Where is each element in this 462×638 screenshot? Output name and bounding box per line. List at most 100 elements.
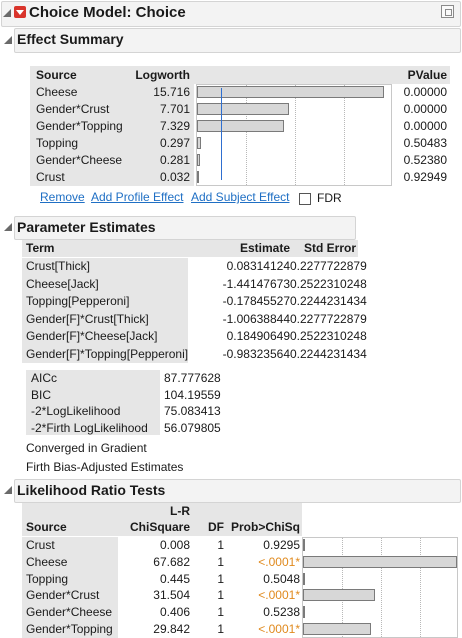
logworth-bar: [197, 86, 384, 98]
estimate-std-error: 0.2522310248: [290, 276, 367, 291]
col-header-source: Source: [36, 68, 77, 82]
col-header-lr-chisq: ChiSquare: [129, 520, 190, 534]
estimate-term: Crust[Thick]: [26, 259, 91, 273]
effect-pvalue: 0.52380: [403, 153, 447, 167]
estimate-value: 0.18490649: [226, 329, 290, 343]
effect-logworth: 0.297: [159, 136, 190, 150]
effect-logworth: 15.716: [153, 85, 190, 99]
lr-source: Gender*Cheese: [26, 605, 113, 620]
logworth-bar: [197, 154, 201, 166]
fit-stat-label: BIC: [31, 387, 52, 402]
add-subject-effect-link[interactable]: Add Subject Effect: [191, 190, 290, 204]
report-options-icon[interactable]: [441, 5, 454, 18]
lr-source: Gender*Topping: [26, 622, 113, 636]
lr-df: 1: [217, 588, 224, 603]
lr-df: 1: [217, 554, 224, 569]
estimate-term: Gender[F]*Topping[Pepperoni]: [26, 346, 189, 361]
red-triangle-menu-icon[interactable]: [14, 6, 26, 18]
lr-chisquare: 0.445: [159, 571, 190, 586]
col-header-prob: Prob>ChiSq: [230, 520, 300, 534]
likelihood-ratio-title: Likelihood Ratio Tests: [17, 482, 166, 498]
effect-logworth: 0.032: [159, 170, 190, 184]
effect-logworth: 7.701: [159, 102, 190, 116]
estimate-value: 0.08314124: [226, 259, 290, 273]
logworth-bar: [197, 137, 201, 149]
collapse-triangle-icon[interactable]: [4, 486, 12, 494]
effect-pvalue: 0.92949: [403, 170, 447, 184]
collapse-triangle-icon[interactable]: [3, 9, 11, 17]
remove-link[interactable]: Remove: [40, 190, 85, 204]
estimate-std-error: 0.2244231434: [290, 294, 367, 308]
lr-chisquare: 0.008: [159, 538, 190, 552]
report-title: Choice Model: Choice: [29, 4, 186, 21]
effect-pvalue: 0.00000: [403, 85, 447, 99]
collapse-triangle-icon[interactable]: [4, 223, 12, 231]
effect-pvalue: 0.00000: [403, 119, 447, 133]
col-header-estimate: Estimate: [239, 241, 290, 255]
logworth-bar: [197, 120, 285, 132]
lr-df: 1: [217, 605, 224, 620]
effect-pvalue: 0.50483: [403, 136, 447, 150]
lr-source: Cheese: [26, 554, 68, 569]
add-profile-effect-link[interactable]: Add Profile Effect: [91, 190, 184, 204]
fit-stat-value: 87.777628: [164, 371, 221, 385]
fdr-label: FDR: [317, 191, 342, 205]
estimate-value: -0.17845527: [222, 294, 290, 308]
col-header-df: DF: [208, 520, 224, 534]
parameter-estimates-title: Parameter Estimates: [17, 219, 156, 235]
estimate-std-error: 0.2277722879: [290, 311, 367, 326]
estimate-std-error: 0.2244231434: [290, 346, 367, 361]
lr-df: 1: [217, 538, 224, 552]
estimate-value: -0.98323564: [222, 346, 290, 361]
col-header-std-error: Std Error: [303, 241, 356, 255]
lr-prob: 0.5048: [263, 571, 300, 586]
estimate-value: -1.00638844: [222, 311, 290, 326]
lr-df: 1: [217, 571, 224, 586]
chisq-bar: [303, 572, 305, 585]
fdr-checkbox[interactable]: [299, 193, 311, 205]
lr-chisquare: 67.682: [153, 554, 190, 569]
estimate-term: Topping[Pepperoni]: [26, 294, 130, 308]
effect-summary-title: Effect Summary: [17, 31, 124, 47]
col-header-lr-source: Source: [26, 520, 67, 534]
lr-prob: <.0001*: [258, 554, 300, 569]
effect-pvalue: 0.00000: [403, 102, 447, 116]
estimate-std-error: 0.2522310248: [290, 329, 367, 343]
lr-source: Crust: [26, 538, 55, 552]
firth-note: Firth Bias-Adjusted Estimates: [26, 460, 184, 474]
chisq-bar: [303, 606, 305, 619]
lr-prob: <.0001*: [258, 588, 300, 603]
convergence-note: Converged in Gradient: [26, 441, 147, 455]
estimate-term: Gender[F]*Cheese[Jack]: [26, 329, 158, 343]
estimate-term: Cheese[Jack]: [26, 276, 99, 291]
logworth-bar: [197, 103, 289, 115]
col-header-lr-top: L-R: [170, 504, 190, 518]
fit-stat-label: -2*LogLikelihood: [31, 404, 121, 418]
logworth-bar: [197, 171, 199, 183]
fit-stat-value: 104.19559: [164, 387, 221, 402]
fit-stat-value: 75.083413: [164, 404, 221, 418]
effect-logworth: 0.281: [159, 153, 190, 167]
effect-source: Topping: [36, 136, 79, 150]
lr-chisquare: 31.504: [153, 588, 190, 603]
estimate-term: Gender[F]*Crust[Thick]: [26, 311, 149, 326]
col-header-pvalue: PValue: [407, 68, 447, 82]
fit-stat-value: 56.079805: [164, 420, 221, 435]
collapse-triangle-icon[interactable]: [4, 36, 12, 44]
lr-prob: <.0001*: [258, 622, 300, 636]
lr-prob: 0.9295: [263, 538, 300, 552]
effect-source: Gender*Crust: [36, 102, 110, 116]
lr-source: Topping: [26, 571, 69, 586]
lr-chisquare: 29.842: [153, 622, 190, 636]
chisq-bar: [303, 539, 305, 551]
col-header-logworth: Logworth: [135, 68, 190, 82]
estimate-value: -1.44147673: [222, 276, 290, 291]
effect-logworth: 7.329: [159, 119, 190, 133]
chisq-bar: [303, 623, 371, 635]
lr-prob: 0.5238: [263, 605, 300, 620]
lr-df: 1: [217, 622, 224, 636]
estimate-std-error: 0.2277722879: [290, 259, 367, 273]
chisq-bar: [303, 555, 458, 568]
lr-chisquare: 0.406: [159, 605, 190, 620]
significance-reference-line: [220, 88, 222, 180]
